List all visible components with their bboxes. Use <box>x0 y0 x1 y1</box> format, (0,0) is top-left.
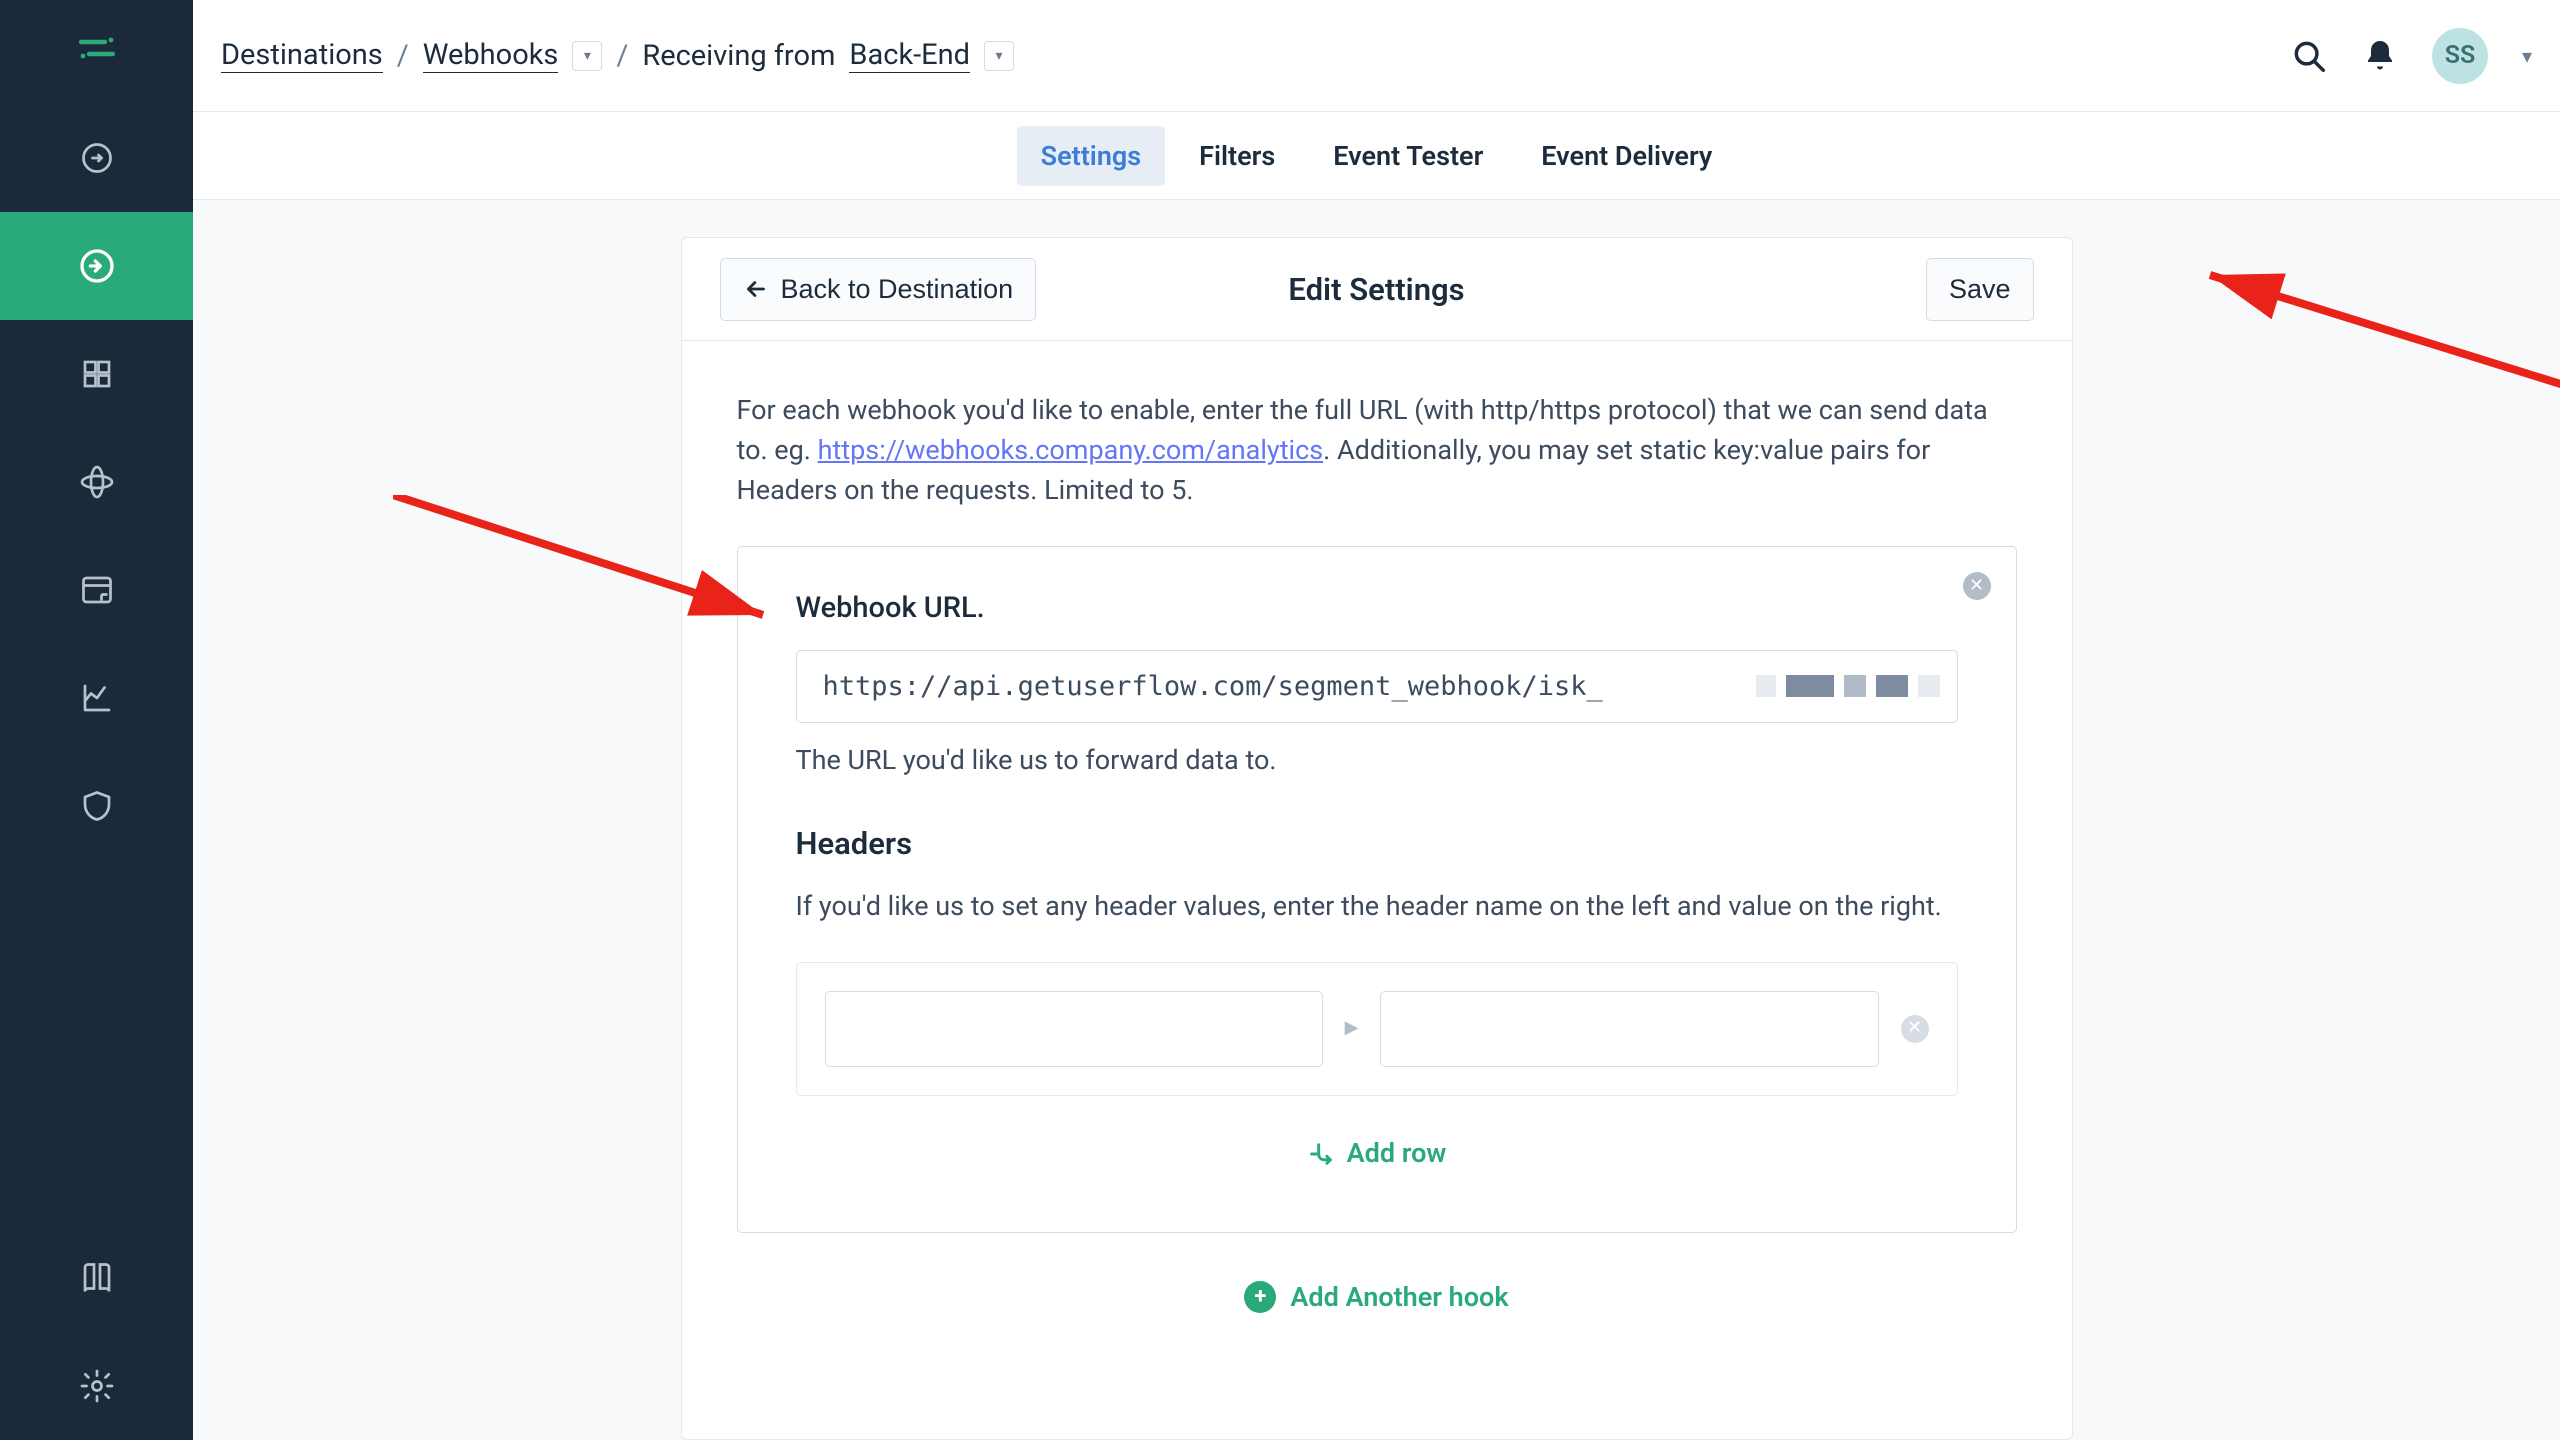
breadcrumb-sep: / <box>397 39 409 73</box>
add-row-button[interactable]: Add row <box>796 1134 1958 1174</box>
breadcrumb-destinations[interactable]: Destinations <box>221 38 383 73</box>
nav-schema[interactable] <box>0 428 193 536</box>
main: Destinations / Webhooks ▾ / Receiving fr… <box>193 0 2560 1440</box>
bell-icon[interactable] <box>2362 38 2398 74</box>
save-label: Save <box>1949 274 2011 305</box>
page-title: Edit Settings <box>1288 271 1464 308</box>
breadcrumb: Destinations / Webhooks ▾ / Receiving fr… <box>221 38 1014 73</box>
nav-browser[interactable] <box>0 536 193 644</box>
breadcrumb-receiving: Receiving from <box>642 39 835 73</box>
nav-destinations[interactable] <box>0 212 193 320</box>
sidebar <box>0 0 193 1440</box>
webhook-box: ✕ Webhook URL. The U <box>737 546 2017 1233</box>
breadcrumb-sep: / <box>616 39 628 73</box>
add-row-label: Add row <box>1347 1134 1447 1174</box>
header-value-input[interactable] <box>1380 991 1878 1067</box>
headers-label: Headers <box>796 821 1958 867</box>
card-body: For each webhook you'd like to enable, e… <box>682 341 2072 1377</box>
header-name-input[interactable] <box>825 991 1323 1067</box>
save-button[interactable]: Save <box>1926 258 2034 321</box>
user-menu-dropdown[interactable]: ▾ <box>2522 44 2532 68</box>
nav-privacy[interactable] <box>0 752 193 860</box>
nav-docs[interactable] <box>0 1224 193 1332</box>
back-button-label: Back to Destination <box>781 274 1014 305</box>
breadcrumb-webhooks[interactable]: Webhooks <box>423 38 559 73</box>
remove-header-icon[interactable]: ✕ <box>1901 1015 1929 1043</box>
plus-circle-icon: + <box>1244 1281 1276 1313</box>
delete-webhook-icon[interactable]: ✕ <box>1963 572 1991 600</box>
backend-dropdown[interactable]: ▾ <box>984 41 1014 71</box>
nav-sources[interactable] <box>0 104 193 212</box>
search-icon[interactable] <box>2290 37 2328 75</box>
tab-event-tester[interactable]: Event Tester <box>1309 126 1507 186</box>
add-hook-button[interactable]: + Add Another hook <box>737 1233 2017 1348</box>
back-button[interactable]: Back to Destination <box>720 258 1037 321</box>
nav-analytics[interactable] <box>0 644 193 752</box>
webhook-url-label: Webhook URL. <box>796 587 1958 630</box>
nav-settings[interactable] <box>0 1332 193 1440</box>
settings-card: Back to Destination Edit Settings Save F… <box>681 237 2073 1440</box>
add-hook-label: Add Another hook <box>1290 1278 1508 1318</box>
tab-filters[interactable]: Filters <box>1175 126 1299 186</box>
example-link[interactable]: https://webhooks.company.com/analytics <box>818 434 1324 466</box>
header-row: ▶ ✕ <box>796 962 1958 1096</box>
nav-catalog[interactable] <box>0 320 193 428</box>
content-area: Back to Destination Edit Settings Save F… <box>193 200 2560 1440</box>
headers-desc: If you'd like us to set any header value… <box>796 887 1958 927</box>
annotation-arrow-icon <box>2180 270 2560 400</box>
url-help-text: The URL you'd like us to forward data to… <box>796 741 1958 781</box>
breadcrumb-backend[interactable]: Back-End <box>849 38 970 73</box>
subtabs: Settings Filters Event Tester Event Deli… <box>193 112 2560 200</box>
description: For each webhook you'd like to enable, e… <box>737 391 2017 511</box>
arrow-right-icon: ▶ <box>1345 1015 1359 1042</box>
topbar: Destinations / Webhooks ▾ / Receiving fr… <box>193 0 2560 112</box>
redacted-icon <box>1756 675 1940 697</box>
tab-event-delivery[interactable]: Event Delivery <box>1517 126 1736 186</box>
webhooks-dropdown[interactable]: ▾ <box>572 41 602 71</box>
segment-logo <box>69 20 125 76</box>
card-header: Back to Destination Edit Settings Save <box>682 238 2072 341</box>
avatar[interactable]: SS <box>2432 28 2488 84</box>
tab-settings[interactable]: Settings <box>1017 126 1166 186</box>
